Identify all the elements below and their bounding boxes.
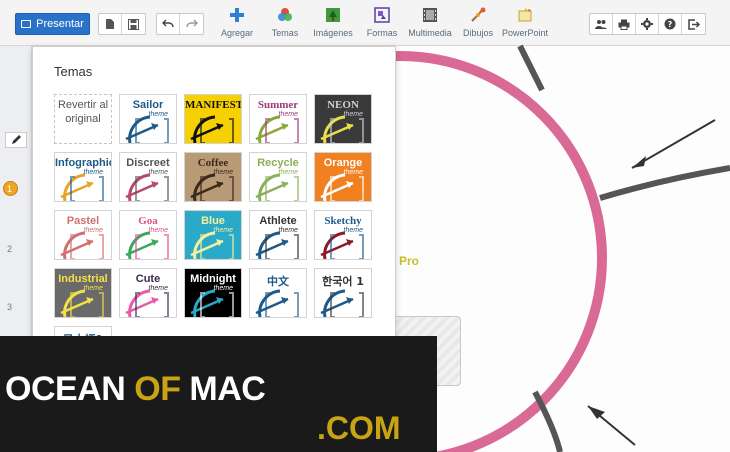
canvas-text[interactable]: Pro (399, 254, 419, 268)
theme-thumbnail[interactable]: Recycle theme (249, 152, 307, 202)
theme-thumbnail[interactable]: Pastel theme (54, 210, 112, 260)
revert-label: Revertir al original (57, 99, 109, 125)
theme-subtitle: theme (83, 169, 103, 176)
revert-theme-button[interactable]: Revertir al original (54, 94, 112, 144)
theme-name: Athlete (259, 215, 297, 227)
theme-thumbnail[interactable]: Coffee theme (184, 152, 242, 202)
theme-name: NEON (327, 99, 359, 111)
theme-name: Goa (138, 215, 158, 227)
theme-subtitle: theme (148, 227, 168, 234)
theme-name: Cute (135, 273, 161, 285)
theme-thumbnail[interactable]: Midnight theme (184, 268, 242, 318)
theme-thumbnail[interactable]: 한국어 1 (314, 268, 372, 318)
theme-subtitle: theme (213, 227, 233, 234)
theme-thumbnail[interactable]: Blue theme (184, 210, 242, 260)
branch-line-right (599, 165, 730, 201)
theme-thumbnail[interactable]: NEON theme (314, 94, 372, 144)
theme-thumbnail[interactable]: Infographic theme (54, 152, 112, 202)
theme-name: 한국어 1 (322, 275, 364, 288)
theme-name: Recycle (257, 157, 299, 169)
theme-thumbnail[interactable]: 中文 (249, 268, 307, 318)
theme-subtitle: theme (83, 227, 103, 234)
theme-name: Pastel (66, 215, 100, 227)
theme-thumbnail[interactable]: Goa theme (119, 210, 177, 260)
theme-name: Summer (257, 99, 299, 111)
theme-subtitle: theme (148, 169, 168, 176)
watermark-text: OCEAN OF MAC (5, 370, 266, 409)
theme-thumbnail[interactable]: Industrial theme (54, 268, 112, 318)
watermark-mac: MAC (189, 370, 266, 408)
theme-thumbnail[interactable]: Athlete theme (249, 210, 307, 260)
theme-name: Industrial (58, 273, 108, 285)
theme-name: Infographic (55, 157, 112, 169)
theme-subtitle: theme (148, 285, 168, 292)
theme-thumbnail[interactable]: Orange theme (314, 152, 372, 202)
theme-name: Sketchy (324, 215, 362, 227)
theme-name: Coffee (197, 157, 229, 169)
theme-subtitle: theme (278, 111, 298, 118)
theme-thumbnail[interactable]: MANIFESTO (184, 94, 242, 144)
theme-subtitle: theme (343, 111, 363, 118)
theme-subtitle: theme (278, 227, 298, 234)
theme-thumbnail[interactable]: Sailor theme (119, 94, 177, 144)
theme-subtitle: theme (278, 169, 298, 176)
theme-subtitle: theme (213, 169, 233, 176)
theme-name: MANIFESTO (185, 99, 241, 111)
watermark-of: OF (134, 370, 181, 408)
theme-subtitle: theme (148, 111, 168, 118)
theme-name: Orange (323, 157, 363, 169)
theme-thumbnail[interactable]: Discreet theme (119, 152, 177, 202)
popup-title: Temas (54, 64, 93, 79)
theme-subtitle: theme (213, 285, 233, 292)
branch-line-top (517, 44, 545, 92)
theme-subtitle: theme (83, 285, 103, 292)
theme-name: 中文 (267, 275, 289, 288)
watermark-com: .COM (317, 410, 401, 446)
watermark-ocean: OCEAN (5, 370, 126, 408)
theme-name: Blue (201, 215, 225, 227)
theme-thumbnail[interactable]: Summer theme (249, 94, 307, 144)
theme-thumbnail[interactable]: Sketchy theme (314, 210, 372, 260)
theme-subtitle: theme (343, 227, 363, 234)
theme-subtitle: theme (343, 169, 363, 176)
theme-name: Midnight (190, 273, 236, 285)
theme-thumbnail[interactable]: Cute theme (119, 268, 177, 318)
theme-name: Sailor (132, 99, 164, 111)
theme-name: Discreet (126, 157, 170, 169)
